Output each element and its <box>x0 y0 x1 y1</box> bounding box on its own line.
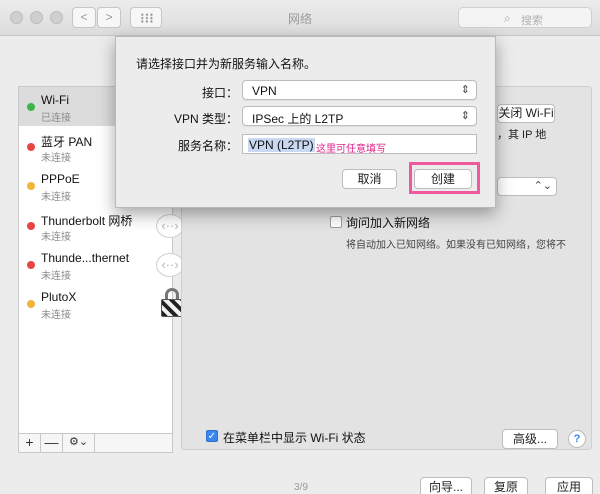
status-dot <box>27 261 35 269</box>
search-placeholder: 搜索 <box>521 15 543 27</box>
create-button-highlight <box>409 162 480 194</box>
service-name: Thunde...thernet <box>41 251 130 265</box>
service-status: 已连接 <box>41 113 71 124</box>
service-item-plutox[interactable]: PlutoX 未连接 <box>19 284 183 323</box>
service-name: 蓝牙 PAN <box>41 135 93 149</box>
service-item-thunderbolt-ethernet[interactable]: Thunde...thernet 未连接 ‹··› <box>19 245 184 284</box>
service-name-hint: 这里可任意填写 <box>316 144 386 155</box>
chevron-updown-icon: ⇕ <box>460 110 470 122</box>
gear-icon[interactable]: ⚙︎⌄ <box>63 434 95 452</box>
add-service-button[interactable]: + <box>19 434 41 452</box>
vpn-lock-icon <box>161 288 183 318</box>
service-name-field[interactable]: VPN (L2TP) 这里可任意填写 <box>242 134 477 155</box>
dialog-prompt: 请选择接口并为新服务输入名称。 <box>136 57 317 71</box>
network-name-select[interactable]: ⌃⌄ <box>497 177 557 196</box>
interface-value: VPN <box>252 84 277 98</box>
ask-to-join-checkbox[interactable] <box>330 216 342 228</box>
status-dot <box>27 103 35 111</box>
vpn-type-value: IPSec 上的 L2TP <box>252 112 344 126</box>
vpn-type-select[interactable]: IPSec 上的 L2TP ⇕ <box>242 106 477 126</box>
service-status: 未连接 <box>41 271 71 282</box>
help-button[interactable]: ? <box>568 430 586 448</box>
thunderbolt-bridge-icon: ‹··› <box>156 214 184 238</box>
show-in-menu-bar-label: 在菜单栏中显示 Wi-Fi 状态 <box>223 431 366 445</box>
title-bar: < > 网络 ⌕ 搜索 <box>0 0 600 36</box>
service-name: Thunderbolt 网桥 <box>41 214 133 228</box>
interface-label: 接口： <box>201 86 238 100</box>
status-dot <box>27 300 35 308</box>
ask-to-join-label: 询问加入新网络 <box>346 216 431 230</box>
service-status: 未连接 <box>41 232 71 243</box>
assist-me-button[interactable]: 向导... <box>420 477 472 494</box>
service-status: 未连接 <box>41 310 71 321</box>
vpn-type-label: VPN 类型： <box>173 112 238 126</box>
status-dot <box>27 222 35 230</box>
ethernet-icon: ‹··› <box>156 253 184 277</box>
service-name-value: VPN (L2TP) <box>248 138 315 152</box>
search-field[interactable]: ⌕ 搜索 <box>458 7 592 28</box>
service-name: Wi-Fi <box>41 93 69 107</box>
chevron-updown-icon: ⌃⌄ <box>533 180 552 192</box>
service-list-toolbar: + — ⚙︎⌄ <box>18 434 173 453</box>
show-in-menu-bar-checkbox[interactable]: ✓ <box>206 430 218 442</box>
search-icon: ⌕ <box>504 11 511 25</box>
interface-select[interactable]: VPN ⇕ <box>242 80 477 100</box>
status-dot <box>27 143 35 151</box>
ip-address-text: ，其 IP 地 <box>497 129 547 141</box>
page-indicator: 3/9 <box>294 482 308 493</box>
service-name-label: 服务名称： <box>177 139 238 153</box>
remove-service-button[interactable]: — <box>41 434 63 452</box>
revert-button[interactable]: 复原 <box>484 477 528 494</box>
apply-button[interactable]: 应用 <box>545 477 593 494</box>
chevron-updown-icon: ⇕ <box>460 84 470 96</box>
service-name: PPPoE <box>41 172 80 186</box>
service-name: PlutoX <box>41 290 77 304</box>
ask-to-join-description: 将自动加入已知网络。如果没有已知网络，您将不 <box>346 240 566 251</box>
cancel-button[interactable]: 取消 <box>342 169 397 189</box>
turn-off-wifi-button[interactable]: 关闭 Wi-Fi <box>497 104 555 123</box>
service-status: 未连接 <box>41 153 71 164</box>
advanced-button[interactable]: 高级... <box>502 429 558 449</box>
service-item-thunderbolt-bridge[interactable]: Thunderbolt 网桥 未连接 ‹··› <box>19 206 184 245</box>
service-status: 未连接 <box>41 192 71 203</box>
status-dot <box>27 182 35 190</box>
